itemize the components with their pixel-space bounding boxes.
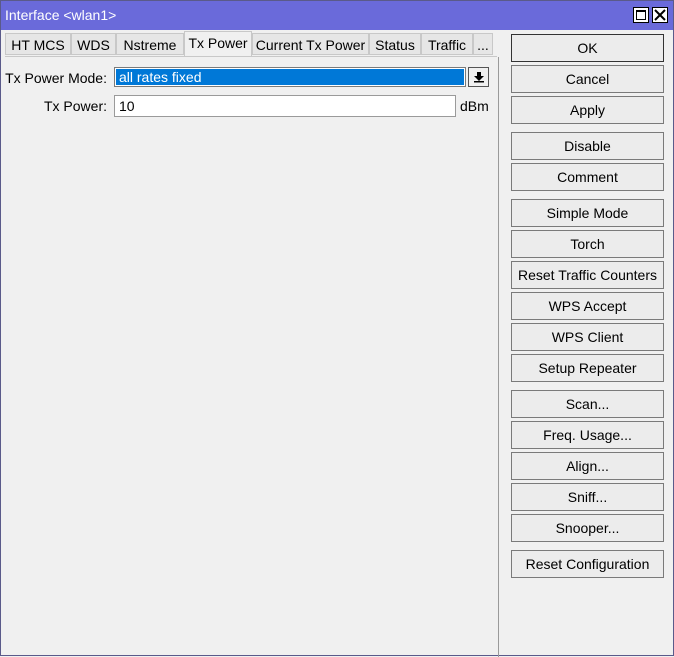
tx-power-mode-select[interactable]: all rates fixed <box>114 67 466 87</box>
tx-power-mode-value: all rates fixed <box>116 69 464 85</box>
torch-button[interactable]: Torch <box>511 230 664 258</box>
tab-traffic[interactable]: Traffic <box>421 33 473 55</box>
simple-mode-button[interactable]: Simple Mode <box>511 199 664 227</box>
cancel-button[interactable]: Cancel <box>511 65 664 93</box>
tab-divider <box>5 56 497 57</box>
interface-window: Interface <wlan1> HT MCS WDS Nstreme Tx … <box>0 0 674 657</box>
tab-bar: HT MCS WDS Nstreme Tx Power Current Tx P… <box>5 31 493 57</box>
tab-status[interactable]: Status <box>369 33 421 55</box>
ok-button[interactable]: OK <box>511 34 664 62</box>
panel-divider <box>498 57 499 657</box>
align-button[interactable]: Align... <box>511 452 664 480</box>
tx-power-label: Tx Power: <box>43 98 107 114</box>
tab-nstreme[interactable]: Nstreme <box>116 33 184 55</box>
window-title: Interface <wlan1> <box>5 7 117 23</box>
apply-button[interactable]: Apply <box>511 96 664 124</box>
freq-usage-button[interactable]: Freq. Usage... <box>511 421 664 449</box>
wps-client-button[interactable]: WPS Client <box>511 323 664 351</box>
tab-wds[interactable]: WDS <box>71 33 116 55</box>
snooper-button[interactable]: Snooper... <box>511 514 664 542</box>
tx-power-unit: dBm <box>460 98 489 114</box>
tab-current-tx-power[interactable]: Current Tx Power <box>252 33 369 55</box>
scan-button[interactable]: Scan... <box>511 390 664 418</box>
title-bar[interactable]: Interface <wlan1> <box>1 1 673 30</box>
tab-more[interactable]: ... <box>473 33 493 55</box>
tab-tx-power[interactable]: Tx Power <box>184 31 252 57</box>
setup-repeater-button[interactable]: Setup Repeater <box>511 354 664 382</box>
reset-traffic-counters-button[interactable]: Reset Traffic Counters <box>511 261 664 289</box>
tx-power-input[interactable] <box>114 95 456 117</box>
tab-ht-mcs[interactable]: HT MCS <box>5 33 71 55</box>
disable-button[interactable]: Disable <box>511 132 664 160</box>
dropdown-arrow-icon[interactable] <box>468 67 489 87</box>
close-icon[interactable] <box>652 7 668 23</box>
wps-accept-button[interactable]: WPS Accept <box>511 292 664 320</box>
maximize-icon[interactable] <box>633 7 649 23</box>
comment-button[interactable]: Comment <box>511 163 664 191</box>
tx-power-mode-label: Tx Power Mode: <box>5 70 107 86</box>
sniff-button[interactable]: Sniff... <box>511 483 664 511</box>
reset-configuration-button[interactable]: Reset Configuration <box>511 550 664 578</box>
